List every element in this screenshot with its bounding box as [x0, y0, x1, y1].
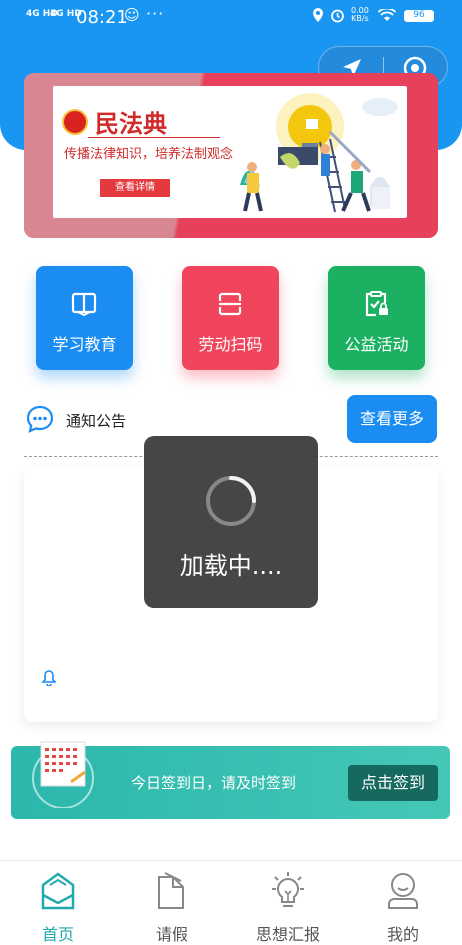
calendar-icon: [32, 741, 94, 808]
lightbulb-icon: [272, 872, 304, 907]
scan-icon: [218, 292, 242, 316]
location-icon: [313, 8, 323, 22]
tile-label: 公益活动: [344, 335, 409, 354]
tab-label: 我的: [386, 925, 419, 944]
banner-illustration: [240, 93, 398, 213]
loading-toast: 加载中....: [144, 436, 318, 608]
tab-mine[interactable]: 我的: [358, 869, 448, 944]
alarm-icon: [331, 9, 344, 23]
more-notifications-icon: ···: [146, 4, 165, 23]
chat-bubble-icon: [26, 405, 54, 433]
national-emblem-icon: [62, 109, 88, 135]
banner-title: 民法典: [95, 109, 167, 138]
tile-label: 劳动扫码: [198, 335, 263, 354]
tab-label: 请假: [155, 925, 188, 944]
home-icon: [41, 872, 75, 910]
bottom-tab-bar: 首页 请假 思想汇报 我的: [0, 860, 462, 944]
notice-title: 通知公告: [66, 412, 127, 430]
view-more-button[interactable]: 查看更多: [347, 395, 437, 443]
book-icon: [71, 292, 97, 317]
tab-label: 首页: [41, 925, 74, 944]
tab-label: 思想汇报: [255, 925, 320, 944]
loading-text: 加载中....: [179, 552, 283, 580]
tile-study-education[interactable]: 学习教育: [36, 266, 133, 370]
battery-indicator: 96: [404, 10, 434, 22]
network-speed: 0.00 KB/s: [351, 6, 369, 23]
tile-public-welfare[interactable]: 公益活动: [328, 266, 425, 370]
status-bar: 4G HD 4G HD 08:21 ☺ ··· 0.00 KB/s 96: [0, 0, 462, 36]
banner-detail-button[interactable]: 查看详情: [100, 179, 170, 197]
promo-banner[interactable]: 民法典 传播法律知识，培养法制观念 查看详情: [24, 73, 438, 238]
tab-home[interactable]: 首页: [13, 869, 103, 944]
notification-icon: ☺: [124, 6, 140, 24]
banner-subtitle: 传播法律知识，培养法制观念: [64, 147, 234, 162]
tile-labor-scan[interactable]: 劳动扫码: [182, 266, 279, 370]
tile-label: 学习教育: [52, 335, 117, 354]
tab-thought-report[interactable]: 思想汇报: [243, 869, 333, 944]
clipboard-icon: [365, 291, 388, 317]
loading-spinner-icon: [206, 476, 256, 526]
sign-in-button[interactable]: 点击签到: [348, 765, 438, 801]
wifi-icon: [378, 9, 396, 21]
tab-leave[interactable]: 请假: [127, 869, 217, 944]
bell-icon: [42, 670, 56, 686]
sign-in-message: 今日签到日，请及时签到: [131, 774, 297, 792]
sign-in-banner: 今日签到日，请及时签到 点击签到: [11, 741, 450, 819]
leave-doc-icon: [158, 872, 184, 909]
user-icon: [388, 873, 418, 909]
status-time: 08:21: [76, 7, 128, 28]
